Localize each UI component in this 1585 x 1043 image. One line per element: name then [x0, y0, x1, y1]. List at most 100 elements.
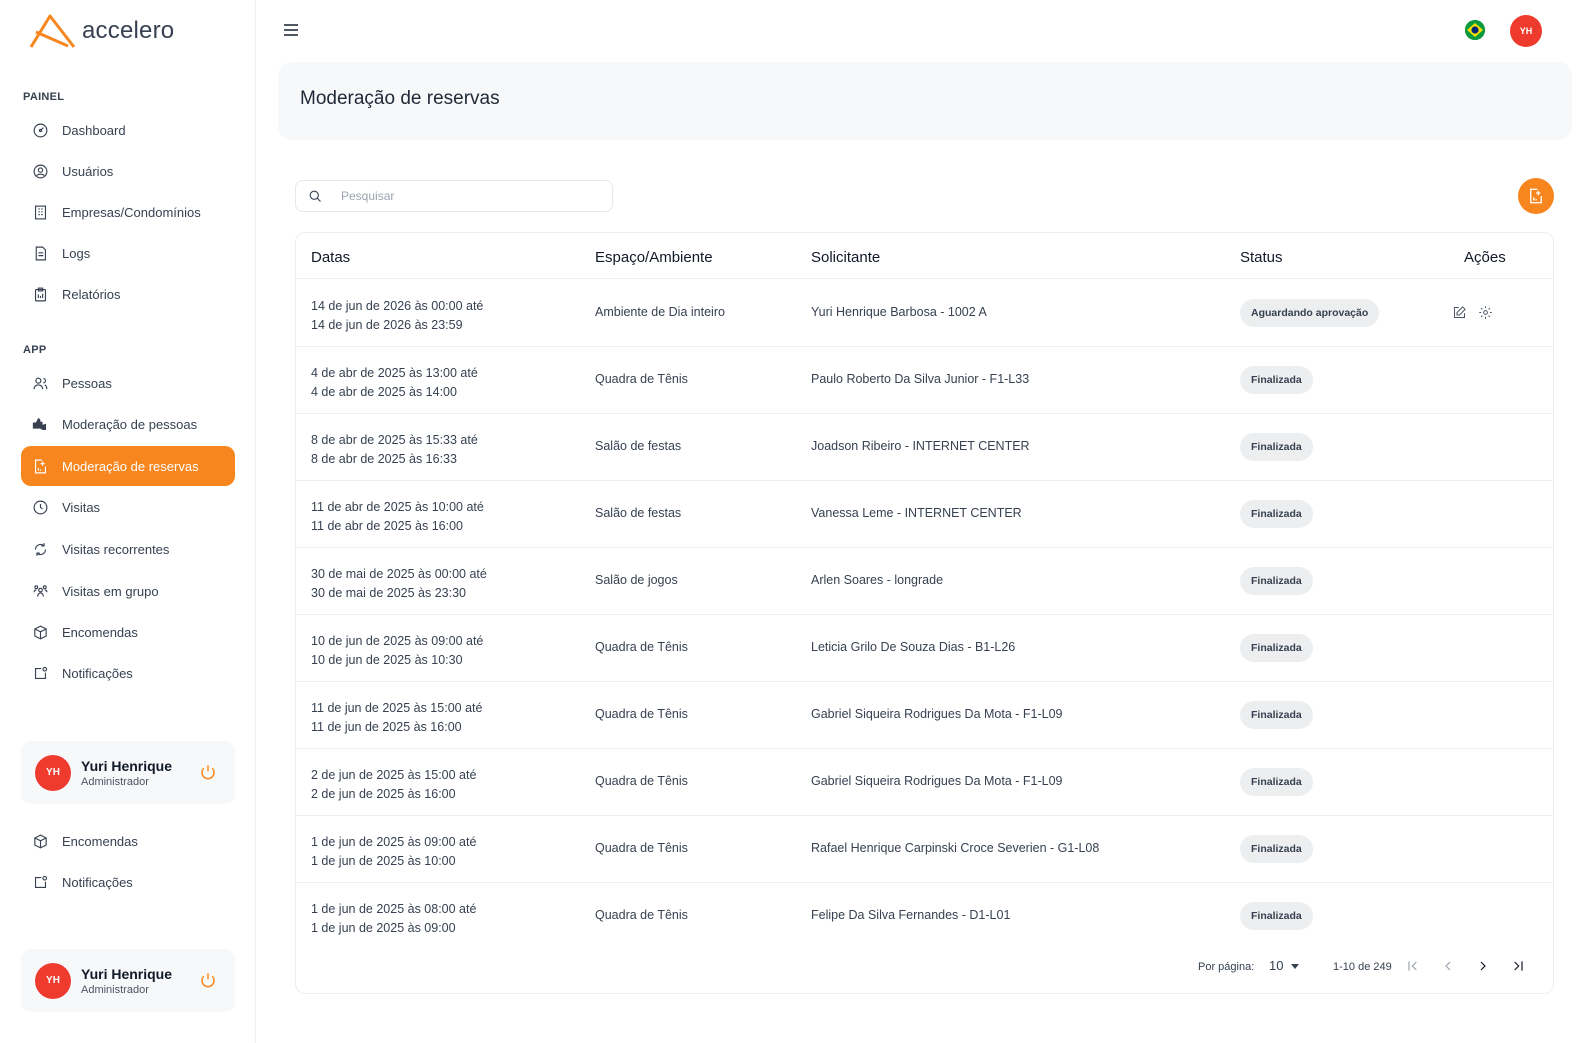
status-badge: Finalizada	[1240, 634, 1313, 662]
date-cell: 14 de jun de 2026 às 00:00 até 14 de jun …	[311, 297, 483, 335]
status-badge: Finalizada	[1240, 768, 1313, 796]
reservation-icon	[31, 457, 49, 475]
top-avatar[interactable]: YH	[1510, 15, 1542, 47]
sidebar-item-visitas-recorrentes[interactable]: Visitas recorrentes	[21, 529, 235, 569]
column-header-status[interactable]: Status	[1240, 249, 1283, 266]
last-page-icon[interactable]	[1508, 956, 1528, 976]
export-button[interactable]	[1518, 178, 1554, 214]
sidebar-item-label: Visitas em grupo	[62, 583, 159, 599]
user-role: Administrador	[81, 983, 149, 996]
sidebar-item-visitas[interactable]: Visitas	[21, 487, 235, 527]
date-cell: 4 de abr de 2025 às 13:00 até 4 de abr de…	[311, 364, 478, 402]
document-icon	[31, 244, 49, 262]
user-name: Yuri Henrique	[81, 757, 173, 774]
space-cell: Quadra de Tênis	[595, 841, 688, 855]
sidebar-item-label: Usuários	[62, 163, 114, 179]
space-cell: Quadra de Tênis	[595, 707, 688, 721]
requester-cell: Arlen Soares - longrade	[811, 573, 944, 587]
reservations-table: Datas Espaço/Ambiente Solicitante Status…	[295, 232, 1554, 994]
date-end: 10 de jun de 2025 às 10:30	[311, 653, 463, 667]
power-icon[interactable]	[199, 971, 217, 989]
sidebar-item-label: Logs	[62, 245, 91, 261]
next-page-icon[interactable]	[1473, 956, 1493, 976]
requester-cell: Leticia Grilo De Souza Dias - B1-L26	[811, 640, 1016, 654]
sidebar-item-logs[interactable]: Logs	[21, 233, 235, 273]
table-row[interactable]: 10 de jun de 2025 às 09:00 até 10 de jun …	[296, 615, 1553, 682]
requester-cell: Gabriel Siqueira Rodrigues Da Mota - F1-…	[811, 774, 1063, 788]
refresh-icon	[31, 540, 49, 558]
column-header-requester[interactable]: Solicitante	[811, 249, 880, 266]
date-start: 4 de abr de 2025 às 13:00 até	[311, 366, 478, 380]
brazil-flag-icon[interactable]	[1465, 20, 1485, 40]
avatar: YH	[35, 962, 71, 999]
notification-icon	[31, 873, 49, 891]
column-header-dates[interactable]: Datas	[311, 249, 350, 266]
requester-cell: Joadson Ribeiro - INTERNET CENTER	[811, 439, 1030, 453]
date-start: 2 de jun de 2025 às 15:00 até	[311, 768, 477, 782]
sidebar-item-label: Notificações	[62, 874, 133, 890]
brand-logo[interactable]: accelero	[28, 12, 174, 50]
sidebar-item-notificacoes-2[interactable]: Notificações	[21, 862, 235, 902]
space-cell: Salão de festas	[595, 506, 682, 520]
sidebar-item-encomendas-2[interactable]: Encomendas	[21, 821, 235, 861]
sidebar-item-usuarios[interactable]: Usuários	[21, 151, 235, 191]
column-header-actions: Ações	[1464, 249, 1506, 266]
user-card[interactable]: YH Yuri Henrique Administrador	[21, 741, 235, 804]
table-row[interactable]: 14 de jun de 2026 às 00:00 até 14 de jun …	[296, 280, 1553, 347]
user-name: Yuri Henrique	[81, 965, 173, 982]
edit-icon[interactable]	[1452, 305, 1468, 321]
section-label-app: APP	[23, 344, 47, 356]
sidebar-item-pessoas[interactable]: Pessoas	[21, 363, 235, 403]
sidebar-item-relatorios[interactable]: Relatórios	[21, 274, 235, 314]
space-cell: Quadra de Tênis	[595, 908, 688, 922]
per-page-label: Por página:	[1198, 961, 1255, 973]
sidebar-item-dashboard[interactable]: Dashboard	[21, 110, 235, 150]
table-row[interactable]: 2 de jun de 2025 às 15:00 até 2 de jun de…	[296, 749, 1553, 816]
date-end: 11 de abr de 2025 às 16:00	[311, 519, 463, 533]
gauge-icon	[31, 121, 49, 139]
date-cell: 1 de jun de 2025 às 09:00 até 1 de jun de…	[311, 833, 476, 871]
requester-cell: Rafael Henrique Carpinski Croce Severien…	[811, 841, 1100, 855]
sidebar-item-label: Dashboard	[62, 122, 126, 138]
sidebar-item-notificacoes[interactable]: Notificações	[21, 653, 235, 693]
clock-icon	[31, 498, 49, 516]
table-row[interactable]: 11 de abr de 2025 às 10:00 até 11 de abr …	[296, 481, 1553, 548]
status-badge: Finalizada	[1240, 366, 1313, 394]
sidebar-item-label: Moderação de pessoas	[62, 416, 198, 432]
table-row[interactable]: 4 de abr de 2025 às 13:00 até 4 de abr de…	[296, 347, 1553, 414]
gear-icon[interactable]	[1478, 305, 1494, 321]
table-row[interactable]: 30 de mai de 2025 às 00:00 até 30 de mai …	[296, 548, 1553, 615]
requester-cell: Yuri Henrique Barbosa - 1002 A	[811, 305, 987, 319]
pagination: Por página: 10 1-10 de 249	[296, 951, 1553, 981]
sidebar-item-moderacao-pessoas[interactable]: Moderação de pessoas	[21, 404, 235, 444]
sidebar-item-empresas[interactable]: Empresas/Condomínios	[21, 192, 235, 232]
notification-icon	[31, 664, 49, 682]
date-cell: 11 de jun de 2025 às 15:00 até 11 de jun …	[311, 699, 482, 737]
table-row[interactable]: 8 de abr de 2025 às 15:33 até 8 de abr de…	[296, 414, 1553, 481]
search-box[interactable]	[295, 180, 613, 212]
status-badge: Finalizada	[1240, 701, 1313, 729]
sidebar-item-visitas-grupo[interactable]: Visitas em grupo	[21, 571, 235, 611]
date-end: 2 de jun de 2025 às 16:00	[311, 787, 456, 801]
per-page-select[interactable]: 10	[1269, 958, 1283, 973]
user-info: Yuri Henrique Administrador	[81, 966, 172, 996]
sidebar-item-encomendas[interactable]: Encomendas	[21, 612, 235, 652]
search-input[interactable]	[341, 189, 581, 203]
accelero-logo-icon	[29, 14, 76, 48]
sidebar-item-moderacao-reservas[interactable]: Moderação de reservas	[21, 446, 235, 486]
table-row[interactable]: 1 de jun de 2025 às 08:00 até 1 de jun de…	[296, 883, 1553, 950]
date-start: 8 de abr de 2025 às 15:33 até	[311, 433, 478, 447]
space-cell: Ambiente de Dia inteiro	[595, 305, 725, 319]
column-header-space[interactable]: Espaço/Ambiente	[595, 249, 713, 266]
prev-page-icon[interactable]	[1438, 956, 1458, 976]
space-cell: Quadra de Tênis	[595, 774, 688, 788]
date-end: 1 de jun de 2025 às 09:00	[311, 921, 456, 935]
table-row[interactable]: 1 de jun de 2025 às 09:00 até 1 de jun de…	[296, 816, 1553, 883]
power-icon[interactable]	[199, 763, 217, 781]
hamburger-menu-icon[interactable]	[282, 22, 300, 38]
first-page-icon[interactable]	[1403, 956, 1423, 976]
user-card-2[interactable]: YH Yuri Henrique Administrador	[21, 949, 235, 1012]
table-row[interactable]: 11 de jun de 2025 às 15:00 até 11 de jun …	[296, 682, 1553, 749]
chevron-down-icon[interactable]	[1291, 964, 1299, 969]
space-cell: Quadra de Tênis	[595, 640, 688, 654]
